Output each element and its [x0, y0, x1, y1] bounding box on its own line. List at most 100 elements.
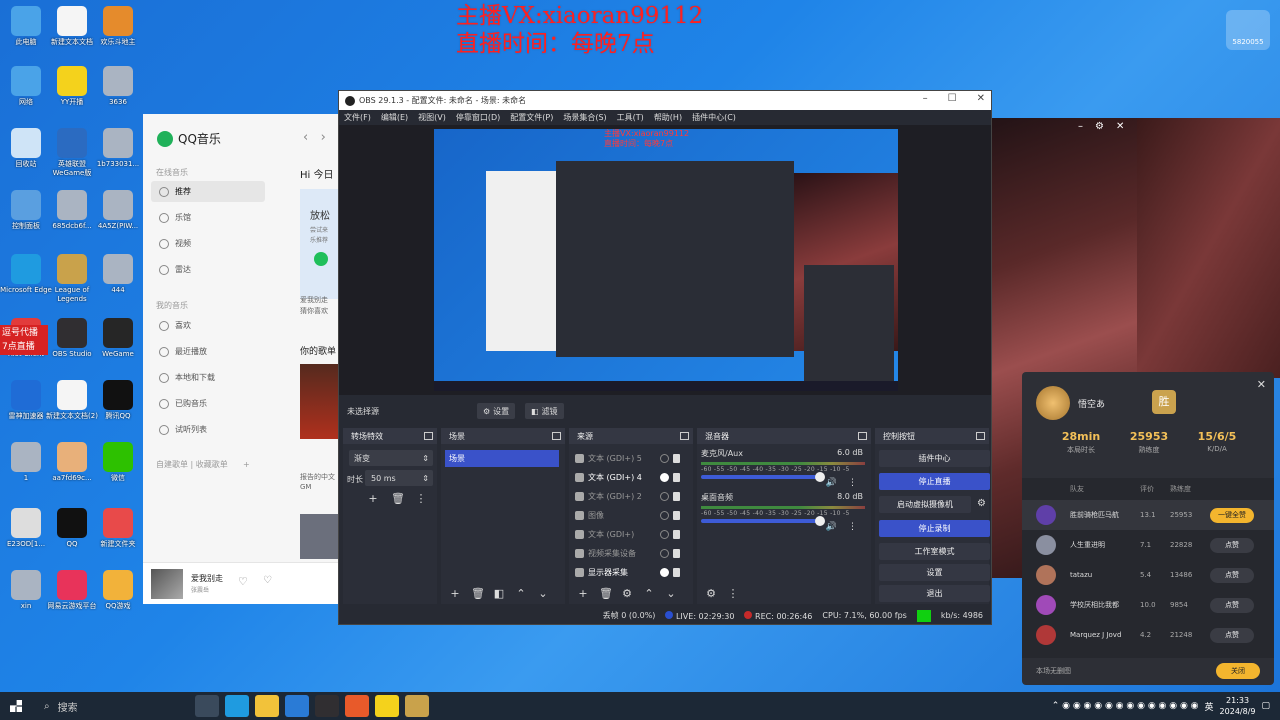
- speaker-icon[interactable]: 🔊: [826, 478, 837, 488]
- taskbar-app-yy[interactable]: [375, 695, 399, 717]
- qqmusic-my-item[interactable]: 本地和下载: [151, 367, 265, 388]
- eye-icon[interactable]: [660, 492, 669, 501]
- lock-icon[interactable]: [673, 454, 680, 463]
- desktop-icon[interactable]: 网络: [0, 66, 52, 107]
- source-item[interactable]: 图像: [573, 507, 691, 524]
- transition-select[interactable]: 渐变 ⇕: [349, 450, 433, 466]
- maximize-button[interactable]: ☐: [948, 93, 957, 104]
- control-button[interactable]: 启动虚拟摄像机: [879, 496, 971, 513]
- lock-icon[interactable]: [673, 530, 680, 539]
- gear-icon[interactable]: ⚙: [705, 588, 717, 600]
- menu-item[interactable]: 文件(F): [344, 112, 371, 123]
- more-icon[interactable]: ⋮: [848, 478, 857, 488]
- desktop-icon[interactable]: 微信: [92, 442, 144, 483]
- eye-icon[interactable]: [660, 530, 669, 539]
- volume-fader[interactable]: [701, 516, 825, 526]
- fader-knob[interactable]: [815, 472, 825, 482]
- desktop-icon[interactable]: 网易云游戏平台: [46, 570, 98, 611]
- qqmusic-playlist-tabs[interactable]: 自建歌单 | 收藏歌单 +: [156, 459, 250, 470]
- desktop-icon[interactable]: OBS Studio: [46, 318, 98, 359]
- more-icon[interactable]: ⋮: [727, 588, 739, 600]
- source-item[interactable]: 显示器采集: [573, 564, 691, 581]
- taskbar-app-mail[interactable]: [285, 695, 309, 717]
- down-arrow-icon[interactable]: ⌄: [665, 588, 677, 600]
- lock-icon[interactable]: [673, 473, 680, 482]
- close-button[interactable]: ✕: [977, 93, 985, 104]
- notification-icon[interactable]: ▢: [1261, 701, 1270, 711]
- taskbar-search[interactable]: ⌕ 搜索: [38, 692, 186, 720]
- more-icon[interactable]: ⋮: [415, 493, 427, 505]
- minimize-button[interactable]: –: [923, 93, 928, 104]
- qqmusic-nav-item[interactable]: 雷达: [151, 259, 265, 280]
- add-icon[interactable]: +: [577, 588, 589, 600]
- close-icon[interactable]: ✕: [1257, 378, 1266, 391]
- desktop-icon[interactable]: 444: [92, 254, 144, 295]
- tab-fav-playlists[interactable]: 收藏歌单: [196, 460, 228, 469]
- qqmusic-playlist-cover-2[interactable]: [300, 514, 340, 559]
- control-button[interactable]: 退出: [879, 585, 990, 602]
- taskbar-app-riot[interactable]: [345, 695, 369, 717]
- taskbar-app-edge[interactable]: [225, 695, 249, 717]
- speaker-icon[interactable]: 🔊: [826, 522, 837, 532]
- qqmusic-nav-item[interactable]: 视频: [151, 233, 265, 254]
- source-item[interactable]: 文本 (GDI+) 2: [573, 488, 691, 505]
- lock-icon[interactable]: [673, 511, 680, 520]
- qqmusic-my-item[interactable]: 已购音乐: [151, 393, 265, 414]
- taskbar-app-explorer[interactable]: [255, 695, 279, 717]
- now-playing-cover[interactable]: [151, 569, 183, 599]
- eye-icon[interactable]: [660, 454, 669, 463]
- desktop-icon[interactable]: 1: [0, 442, 52, 483]
- gear-icon[interactable]: ⚙: [621, 588, 633, 600]
- windows-start-icon[interactable]: [10, 700, 22, 712]
- fader-knob[interactable]: [815, 516, 825, 526]
- qqmusic-my-item[interactable]: 最近播放: [151, 341, 265, 362]
- control-button[interactable]: 停止直播: [879, 473, 990, 490]
- control-button[interactable]: 工作室模式: [879, 543, 990, 560]
- desktop-icon[interactable]: 685dcb6f...: [46, 190, 98, 231]
- filters-button[interactable]: ◧ 滤镜: [525, 403, 564, 419]
- qqmusic-my-item[interactable]: 喜欢: [151, 315, 265, 336]
- popout-icon[interactable]: [976, 432, 985, 440]
- desktop-icon[interactable]: 1b733031...: [92, 128, 144, 169]
- input-language[interactable]: 英: [1205, 700, 1214, 713]
- source-item[interactable]: 文本 (GDI+): [573, 526, 691, 543]
- desktop-icon[interactable]: 3636: [92, 66, 144, 107]
- menu-item[interactable]: 工具(T): [617, 112, 644, 123]
- desktop-icon[interactable]: 4A5Z(PIW...: [92, 190, 144, 231]
- desktop-icon[interactable]: xin: [0, 570, 52, 611]
- up-arrow-icon[interactable]: ⌃: [643, 588, 655, 600]
- gear-icon[interactable]: ⚙: [977, 498, 989, 510]
- taskbar-app-task-view[interactable]: [195, 695, 219, 717]
- desktop-icon[interactable]: 新建文件夹: [92, 508, 144, 549]
- obs-preview[interactable]: 主播VX:xiaoran99112 直播时间：每晚7点: [434, 129, 898, 391]
- qqmusic-nav-item[interactable]: 乐馆: [151, 207, 265, 228]
- like-button[interactable]: 点赞: [1210, 597, 1254, 613]
- scene-item[interactable]: 场景: [445, 450, 559, 467]
- control-button[interactable]: 设置: [879, 564, 990, 581]
- taskbar-app-lol[interactable]: [405, 695, 429, 717]
- properties-button[interactable]: ⚙ 设置: [477, 403, 516, 419]
- close-button[interactable]: 关闭: [1216, 663, 1260, 679]
- qqmusic-recommend-card[interactable]: 放松 尝试来 乐推荐: [300, 189, 340, 299]
- lock-icon[interactable]: [673, 568, 680, 577]
- control-button[interactable]: 插件中心: [879, 450, 990, 467]
- like-button[interactable]: 一键全赞: [1210, 507, 1254, 523]
- like-button[interactable]: 点赞: [1210, 537, 1254, 553]
- desktop-icon[interactable]: League of Legends: [46, 254, 98, 304]
- trash-icon[interactable]: 🗑: [599, 588, 613, 600]
- desktop-icon[interactable]: 新建文本文档: [46, 6, 98, 47]
- lock-icon[interactable]: [673, 492, 680, 501]
- add-icon[interactable]: +: [449, 588, 461, 600]
- popout-icon[interactable]: [858, 432, 867, 440]
- desktop-icon[interactable]: WeGame: [92, 318, 144, 359]
- menu-item[interactable]: 配置文件(P): [510, 112, 553, 123]
- qqmusic-nav-arrows[interactable]: ‹ ›: [303, 130, 326, 145]
- add-icon[interactable]: +: [367, 493, 379, 505]
- qqmusic-my-item[interactable]: 试听列表: [151, 419, 265, 440]
- duration-input[interactable]: 50 ms ⇕: [365, 470, 433, 486]
- tab-created-playlists[interactable]: 自建歌单: [156, 460, 188, 469]
- clock[interactable]: 21:33 2024/8/9: [1220, 695, 1256, 717]
- desktop-icon[interactable]: QQ游戏: [92, 570, 144, 611]
- desktop-icon[interactable]: 英雄联盟WeGame版: [46, 128, 98, 178]
- filter-icon[interactable]: ◧: [493, 588, 505, 600]
